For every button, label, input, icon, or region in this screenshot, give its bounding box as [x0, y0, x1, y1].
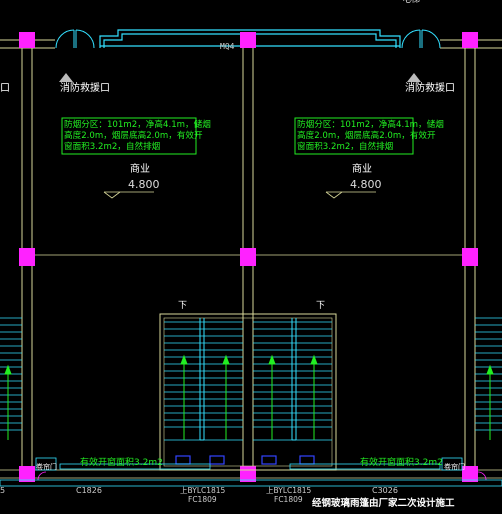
commerce-label-left: 商业: [130, 164, 150, 175]
window-tag-c3026: C3026: [372, 486, 398, 495]
elevation-label-left: 4.800: [128, 178, 160, 191]
fire-note-left: 防烟分区：101m2，净高4.1m，储烟 高度2.0m，烟层底高2.0m，有效开…: [64, 120, 211, 152]
cad-floor-plan: [0, 0, 502, 514]
rescue-label-right: 消防救援口: [405, 83, 455, 94]
corner-tag-right: 卷帘门: [444, 463, 465, 471]
fc-tag-right: FC1809: [274, 495, 303, 504]
left-edge-label-1: 口: [0, 83, 10, 94]
vent-area-right: 有效开窗面积3.2m2: [360, 458, 443, 468]
rescue-label-left: 消防救援口: [60, 83, 110, 94]
shaft-tag-right: 上BYLC1815: [266, 486, 312, 495]
left-edge-label-2: 5: [0, 486, 6, 495]
vent-area-left: 有效开窗面积3.2m2: [80, 458, 163, 468]
commerce-label-right: 商业: [352, 164, 372, 175]
window-tag-c1826: C1826: [76, 486, 102, 495]
stair-down-right: 下: [316, 301, 326, 311]
elevation-label-right: 4.800: [350, 178, 382, 191]
fc-tag-left: FC1809: [188, 495, 217, 504]
shaft-tag-left: 上BYLC1815: [180, 486, 226, 495]
fire-note-right: 防烟分区：101m2，净高4.1m，储烟 高度2.0m，烟层底高2.0m，有效开…: [297, 120, 444, 152]
top-edge-label: 电梯: [402, 0, 421, 5]
canopy-note: 经钢玻璃雨篷由厂家二次设计施工: [312, 498, 455, 509]
stair-down-left: 下: [178, 301, 188, 311]
mq-tag: MQ4: [220, 42, 235, 51]
corner-tag-left: 卷帘门: [36, 463, 57, 471]
